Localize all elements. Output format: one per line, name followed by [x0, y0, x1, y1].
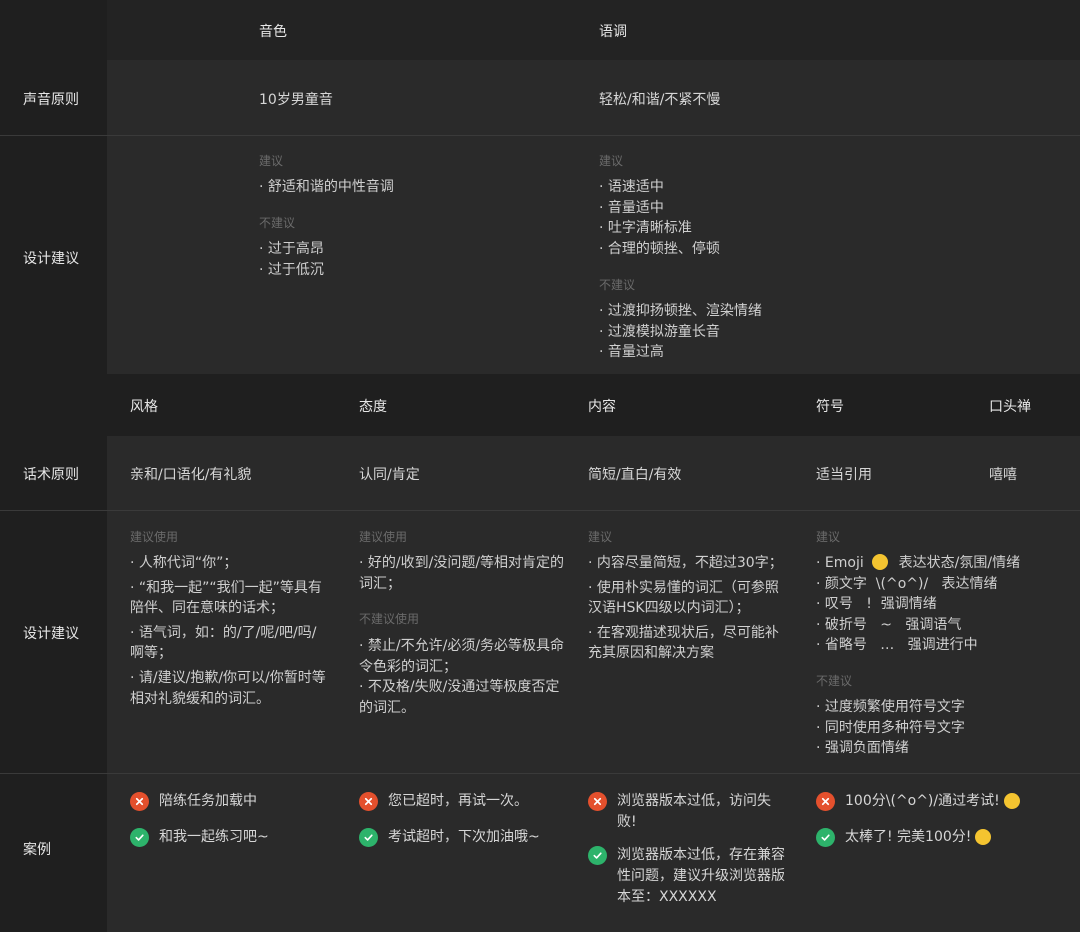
speech-principle-attitude: 认同/肯定: [359, 467, 420, 483]
speech-principle-symbol: 适当引用: [816, 467, 872, 483]
speech-principle-style: 亲和/口语化/有礼貌: [130, 467, 252, 483]
list-item: · 好的/收到/没问题/等相对肯定的词汇；: [359, 555, 565, 592]
list-item: · Emoji 表达状态/氛围/情绪: [816, 554, 1021, 571]
smiling-face-icon: [1003, 793, 1020, 809]
list-item: · 舒适和谐的中性音调: [259, 179, 394, 195]
voice-tone-do-list: · 语速适中 · 音量适中 · 吐字清晰标准 · 合理的顿挫、停顿: [599, 177, 720, 259]
attitude-do-list: · 好的/收到/没问题/等相对肯定的词汇；: [359, 553, 565, 594]
list-item: · 吐字清晰标准: [599, 220, 692, 237]
list-item: · 人称代词“你”；: [130, 555, 238, 571]
header-content: 内容: [588, 399, 616, 415]
symbol-do-title: 建议: [816, 530, 841, 544]
row-label-cases: 案例: [23, 842, 51, 858]
symbol-dont-list: · 过度频繁使用符号文字 · 同时使用多种符号文字 · 强调负面情绪: [816, 697, 965, 759]
check-icon: [130, 828, 149, 847]
cross-icon: [359, 792, 378, 811]
voice-timbre-do-list: · 舒适和谐的中性音调: [259, 177, 394, 198]
header-timbre: 音色: [259, 24, 287, 40]
list-item: · 音量适中: [599, 199, 664, 216]
list-item: · 颜文字 \(^o^)/ 表达情绪: [816, 575, 998, 592]
case-bad: 100分\(^o^)/通过考试!: [816, 791, 1076, 812]
check-icon: [816, 828, 835, 847]
list-item: · 请/建议/抱歉/你可以/你暂时等相对礼貌缓和的词汇。: [130, 669, 326, 707]
list-item: · 过渡抑扬顿挫、渲染情绪: [599, 303, 762, 319]
list-item: · 音量过高: [599, 344, 664, 361]
cross-icon: [588, 792, 607, 811]
voice-principle-tone: 轻松/和谐/不紧不慢: [599, 92, 721, 108]
list-item: · 禁止/不允许/必须/务必等极具命令色彩的词汇；: [359, 638, 565, 675]
content-do-list: · 内容尽量简短，不超过30字； · 使用朴实易懂的词汇（可参照汉语HSK四级以…: [588, 553, 790, 664]
row-label-voice-principle: 声音原则: [23, 92, 79, 108]
case-bad: 浏览器版本过低，访问失败!: [588, 791, 788, 833]
case-bad: 您已超时，再试一次。: [359, 791, 574, 812]
check-icon: [588, 846, 607, 865]
divider: [0, 510, 1080, 511]
list-item: · 语气词，如：的/了/呢/吧/吗/啊等；: [130, 624, 317, 662]
list-item: · 过渡模拟游童长音: [599, 323, 720, 340]
cross-icon: [816, 792, 835, 811]
list-item: · 在客观描述现状后，尽可能补充其原因和解决方案: [588, 624, 779, 662]
case-attitude: 您已超时，再试一次。 考试超时，下次加油哦~: [359, 791, 574, 848]
speech-principle-catchphrase: 嘻嘻: [989, 467, 1017, 483]
smiling-face-icon: [975, 829, 992, 845]
case-style: 陪练任务加载中 和我一起练习吧~: [130, 791, 345, 848]
row-label-speech-principle: 话术原则: [23, 467, 79, 483]
list-item: · 不及格/失败/没通过等极度否定的词汇。: [359, 679, 560, 716]
attitude-dont-list: · 禁止/不允许/必须/务必等极具命令色彩的词汇； · 不及格/失败/没通过等极…: [359, 636, 565, 718]
row-label-speech-design: 设计建议: [23, 626, 79, 642]
voice-tone-do-title: 建议: [599, 154, 624, 168]
speech-principle-content: 简短/直白/有效: [588, 467, 682, 483]
style-do-title: 建议使用: [130, 530, 179, 544]
header-symbol: 符号: [816, 399, 844, 415]
voice-timbre-dont-list: · 过于高昂 · 过于低沉: [259, 239, 324, 280]
list-item: · 叹号 ! 强调情绪: [816, 596, 937, 613]
voice-header-bg: [107, 0, 1080, 60]
voice-timbre-dont-title: 不建议: [259, 216, 296, 230]
voice-tone-dont-list: · 过渡抑扬顿挫、渲染情绪 · 过渡模拟游童长音 · 音量过高: [599, 301, 762, 363]
voice-principle-bg: [107, 60, 1080, 135]
style-do-list: · 人称代词“你”； · “和我一起”“我们一起”等具有陪伴、同在意味的话术； …: [130, 553, 330, 709]
list-item: · 强调负面情绪: [816, 740, 909, 757]
divider: [0, 773, 1080, 774]
check-icon: [359, 828, 378, 847]
list-item: · 破折号 ~ 强调语气: [816, 616, 962, 633]
list-item: · 内容尽量简短，不超过30字；: [588, 555, 783, 571]
voice-design-bg: [107, 136, 1080, 374]
list-item: · 合理的顿挫、停顿: [599, 240, 720, 257]
case-good: 和我一起练习吧~: [130, 827, 345, 848]
symbol-do-list: · Emoji 表达状态/氛围/情绪 · 颜文字 \(^o^)/ 表达情绪 · …: [816, 553, 1076, 656]
voice-timbre-do-title: 建议: [259, 154, 284, 168]
divider: [0, 135, 1080, 136]
list-item: · 语速适中: [599, 179, 664, 195]
header-attitude: 态度: [359, 399, 387, 415]
voice-tone-dont-title: 不建议: [599, 278, 636, 292]
header-catchphrase: 口头禅: [989, 399, 1031, 415]
attitude-dont-title: 不建议使用: [359, 612, 420, 626]
list-item: · 同时使用多种符号文字: [816, 719, 965, 736]
case-good: 考试超时，下次加油哦~: [359, 827, 574, 848]
voice-principle-timbre: 10岁男童音: [259, 92, 333, 108]
cross-icon: [130, 792, 149, 811]
content-do-title: 建议: [588, 530, 613, 544]
header-style: 风格: [130, 399, 158, 415]
list-item: · 使用朴实易懂的词汇（可参照汉语HSK四级以内词汇）；: [588, 579, 779, 617]
symbol-dont-title: 不建议: [816, 674, 853, 688]
row-label-voice-design: 设计建议: [23, 251, 79, 267]
case-good: 浏览器版本过低，存在兼容性问题，建议升级浏览器版本至：XXXXXX: [588, 845, 788, 908]
clapping-hands-icon: [872, 554, 889, 570]
case-symbol: 100分\(^o^)/通过考试! 太棒了! 完美100分!: [816, 791, 1076, 848]
header-tone: 语调: [599, 24, 627, 40]
list-item: · 过于低沉: [259, 261, 324, 278]
list-item: · 过度频繁使用符号文字: [816, 699, 965, 715]
list-item: · “和我一起”“我们一起”等具有陪伴、同在意味的话术；: [130, 579, 322, 617]
case-good: 太棒了! 完美100分!: [816, 827, 1076, 848]
case-content: 浏览器版本过低，访问失败! 浏览器版本过低，存在兼容性问题，建议升级浏览器版本至…: [588, 791, 788, 908]
list-item: · 过于高昂: [259, 241, 324, 257]
attitude-do-title: 建议使用: [359, 530, 408, 544]
case-bad: 陪练任务加载中: [130, 791, 345, 812]
list-item: · 省略号 … 强调进行中: [816, 637, 978, 654]
